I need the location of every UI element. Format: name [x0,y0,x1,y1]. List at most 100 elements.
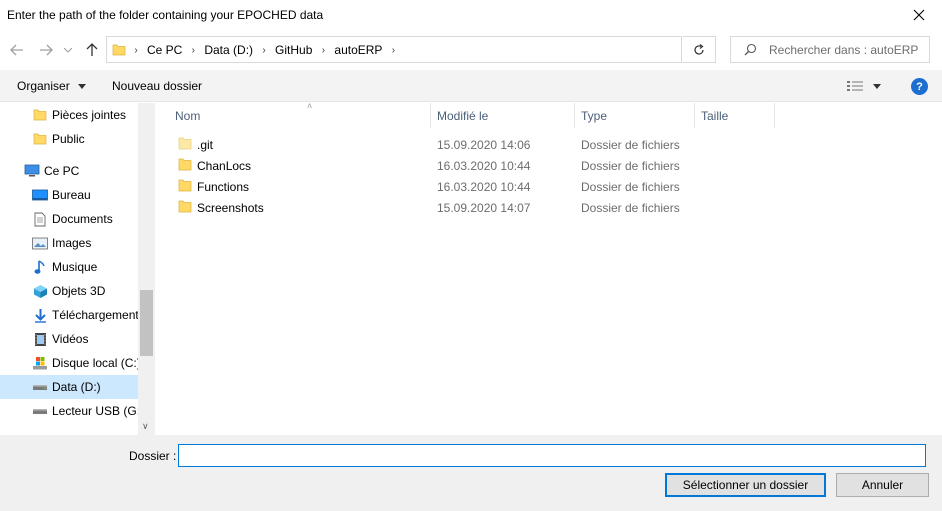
refresh-button[interactable] [683,36,716,63]
chevron-down-icon [64,47,72,53]
usb-drive-icon [32,403,48,419]
back-button[interactable] [8,41,26,59]
forward-button[interactable] [37,41,55,59]
help-button[interactable]: ? [911,78,928,95]
window-title: Enter the path of the folder containing … [7,8,324,22]
nav-item-public[interactable]: Public [0,127,138,151]
nav-item-label: Images [52,236,92,250]
column-label: Nom [175,108,201,123]
images-icon [32,235,48,251]
folder-icon [32,131,48,147]
nav-item-label: Data (D:) [52,380,101,394]
breadcrumb-item[interactable]: Data (D:) [200,43,257,57]
column-header-type[interactable]: Type [575,103,695,128]
folder-input[interactable] [178,444,926,467]
search-icon [744,43,757,59]
column-header-name[interactable]: ˄ Nom [169,101,431,128]
file-row[interactable]: Screenshots 15.09.2020 14:07 Dossier de … [157,197,942,218]
nav-item-bureau[interactable]: Bureau [0,183,138,207]
file-date: 16.03.2020 10:44 [437,180,531,194]
nav-item-label: Vidéos [52,332,89,346]
nav-item-videos[interactable]: Vidéos [0,327,138,351]
breadcrumb: › Ce PC › Data (D:) › GitHub › autoERP › [129,43,400,57]
navigation-pane: Pièces jointes Public Ce PC Bureau Docum… [0,103,155,435]
breadcrumb-item[interactable]: GitHub [271,43,316,57]
folder-icon [178,179,192,195]
nav-item-documents[interactable]: Documents [0,207,138,231]
drive-icon [32,379,48,395]
nav-item-label: Documents [52,212,113,226]
file-list: ˄ Nom Modifié le Type Taille .git 15.09.… [157,101,942,435]
forward-arrow-icon [40,44,53,56]
close-button[interactable] [896,0,942,30]
chevron-right-icon[interactable]: › [186,45,200,56]
column-header-size[interactable]: Taille [695,103,775,128]
cancel-button[interactable]: Annuler [836,473,929,497]
select-folder-button[interactable]: Sélectionner un dossier [665,473,826,497]
file-date: 15.09.2020 14:07 [437,201,531,215]
chevron-right-icon[interactable]: › [386,45,400,56]
close-icon [913,9,925,21]
music-icon [32,259,48,275]
videos-icon [32,331,48,347]
file-row[interactable]: .git 15.09.2020 14:06 Dossier de fichier… [157,134,942,155]
file-type: Dossier de fichiers [581,138,680,152]
title-bar: Enter the path of the folder containing … [0,0,942,30]
organize-button[interactable]: Organiser [17,79,87,93]
chevron-right-icon[interactable]: › [257,45,271,56]
caret-down-icon [78,84,87,90]
column-label: Type [581,108,608,123]
nav-item-musique[interactable]: Musique [0,255,138,279]
refresh-icon [694,43,704,55]
search-input[interactable] [769,41,924,58]
nav-item-images[interactable]: Images [0,231,138,255]
address-bar[interactable]: › Ce PC › Data (D:) › GitHub › autoERP › [106,36,778,63]
column-label: Taille [701,108,729,123]
documents-icon [32,211,48,227]
file-name: Functions [197,180,250,194]
file-row[interactable]: ChanLocs 16.03.2020 10:44 Dossier de fic… [157,155,942,176]
folder-icon [32,107,48,123]
folder-icon [112,43,126,60]
scrollbar-thumb[interactable] [140,290,153,356]
change-view-button[interactable] [847,80,881,92]
file-name: Screenshots [197,201,264,215]
navpane-scrollbar[interactable]: ∨ [138,103,155,435]
nav-item-label: Public [52,132,85,146]
file-name: ChanLocs [197,159,252,173]
nav-item-label: Disque local (C:) [52,356,138,370]
nav-item-label: Objets 3D [52,284,106,298]
scroll-down-icon[interactable]: ∨ [142,421,149,432]
nav-item-disque-local[interactable]: Disque local (C:) [0,351,138,375]
folder-icon [178,137,192,153]
chevron-right-icon[interactable]: › [316,45,330,56]
nav-item-ce-pc[interactable]: Ce PC [0,159,138,183]
nav-item-data-d[interactable]: Data (D:) [0,375,138,399]
breadcrumb-item[interactable]: autoERP [330,43,386,57]
recent-locations-button[interactable] [62,41,74,59]
nav-item-pieces-jointes[interactable]: Pièces jointes [0,103,138,127]
up-button[interactable] [83,41,101,59]
breadcrumb-item[interactable]: Ce PC [143,43,186,57]
column-header-modified[interactable]: Modifié le [431,103,575,128]
file-row[interactable]: Functions 16.03.2020 10:44 Dossier de fi… [157,176,942,197]
organize-label: Organiser [17,79,70,93]
dialog-footer: Dossier : Sélectionner un dossier Annule… [0,435,942,511]
file-type: Dossier de fichiers [581,201,680,215]
objects-3d-icon [32,283,48,299]
file-type: Dossier de fichiers [581,180,680,194]
column-label: Modifié le [437,108,489,123]
nav-item-telechargements[interactable]: Téléchargements [0,303,138,327]
folder-label: Dossier : [129,449,177,463]
navigation-bar: › Ce PC › Data (D:) › GitHub › autoERP › [0,30,942,70]
local-disk-icon [32,355,48,371]
new-folder-button[interactable]: Nouveau dossier [112,79,202,93]
desktop-icon [32,187,48,203]
nav-item-label: Pièces jointes [52,108,127,122]
caret-down-icon [873,83,881,89]
computer-icon [24,163,40,179]
nav-item-lecteur-usb[interactable]: Lecteur USB (G:) [0,399,138,423]
nav-item-objets-3d[interactable]: Objets 3D [0,279,138,303]
search-box[interactable] [730,36,930,63]
chevron-right-icon: › [134,44,138,56]
